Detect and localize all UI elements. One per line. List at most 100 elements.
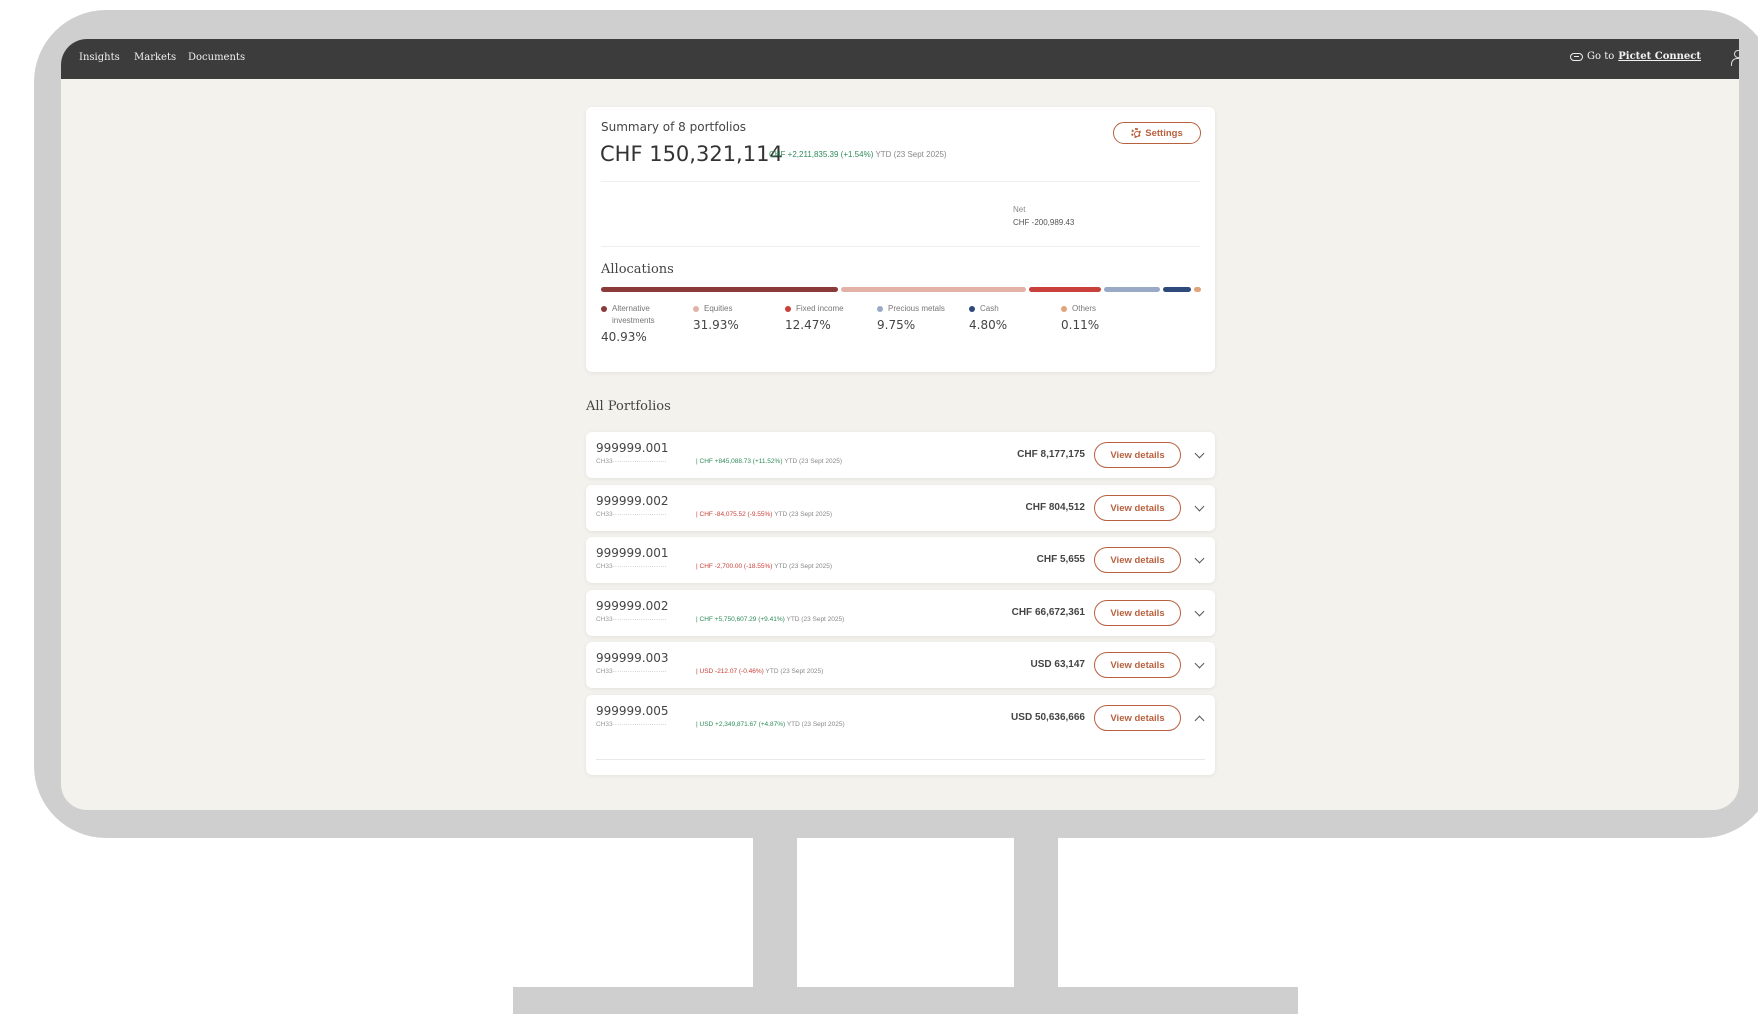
portfolio-row[interactable]: 999999.002 CH33························· |… (586, 590, 1215, 636)
portfolio-amount: CHF 5,655 (1036, 554, 1085, 565)
performance-value: USD -212.07 (-0.46%) (699, 668, 764, 675)
legend-label-text: Precious metals (888, 304, 945, 313)
nav-documents[interactable]: Documents (188, 52, 245, 63)
portfolio-performance: | USD +2,349,871.67 (+4.87%) YTD (23 Sep… (696, 721, 845, 728)
divider (601, 246, 1200, 247)
total-change-ytd: YTD (23 Sept 2025) (875, 150, 947, 159)
allocation-legend-item: Equities 31.93% (693, 303, 793, 332)
legend-value: 12.47% (785, 318, 831, 332)
performance-ytd: YTD (23 Sept 2025) (784, 458, 843, 465)
legend-value: 31.93% (693, 318, 739, 332)
net-value: CHF -200,989.43 (1013, 218, 1075, 227)
legend-label: Others (1061, 303, 1161, 315)
portfolio-id: 999999.001 (596, 441, 669, 455)
portfolio-amount: CHF 8,177,175 (1017, 449, 1085, 460)
view-details-button[interactable]: View details (1094, 652, 1181, 678)
portfolio-iban: CH33························· (596, 721, 667, 728)
chevron-down-icon[interactable] (1194, 553, 1205, 564)
allocation-segment (840, 287, 1026, 292)
user-icon[interactable] (1731, 50, 1739, 66)
pictet-connect-link[interactable]: Pictet Connect (1618, 51, 1701, 62)
portfolio-id: 999999.002 (596, 494, 669, 508)
monitor-stand-left (753, 836, 797, 988)
allocation-segment (1163, 287, 1192, 292)
portfolio-iban: CH33························· (596, 616, 667, 623)
view-details-button[interactable]: View details (1094, 547, 1181, 573)
divider (601, 181, 1200, 182)
legend-dot (601, 306, 607, 312)
allocation-legend-item: Fixed income 12.47% (785, 303, 885, 332)
chevron-down-icon[interactable] (1194, 448, 1205, 459)
portfolio-performance: | CHF -2,700.00 (-18.55%) YTD (23 Sept 2… (696, 563, 832, 570)
legend-value: 4.80% (969, 318, 1008, 332)
portfolio-id: 999999.005 (596, 704, 669, 718)
net-label: Net (1013, 205, 1026, 214)
legend-label-text: Fixed income (796, 304, 844, 313)
legend-value: 40.93% (601, 330, 647, 344)
legend-label: Equities (693, 303, 793, 315)
allocation-segment (1028, 287, 1101, 292)
summary-title: Summary of 8 portfolios (601, 120, 747, 134)
chevron-down-icon[interactable] (1194, 501, 1205, 512)
legend-label: Alternative investments (601, 303, 661, 327)
legend-value: 0.11% (1061, 318, 1100, 332)
legend-label-text: Alternative investments (612, 304, 655, 325)
performance-value: CHF +5,750,607.29 (+9.41%) (699, 616, 785, 623)
legend-label: Precious metals (877, 303, 977, 315)
portfolio-row[interactable]: 999999.005 CH33························· |… (586, 695, 1215, 775)
portfolio-row[interactable]: 999999.003 CH33························· |… (586, 642, 1215, 688)
all-portfolios-title: All Portfolios (586, 399, 671, 414)
legend-label: Fixed income (785, 303, 885, 315)
chevron-down-icon[interactable] (1194, 658, 1205, 669)
monitor-stand-base (513, 987, 1298, 1014)
settings-button[interactable]: Settings (1113, 122, 1201, 144)
portfolio-performance: | USD -212.07 (-0.46%) YTD (23 Sept 2025… (696, 668, 824, 675)
portfolio-row[interactable]: 999999.002 CH33························· |… (586, 485, 1215, 531)
nav-insights[interactable]: Insights (79, 52, 120, 63)
portfolio-amount: CHF 66,672,361 (1011, 607, 1085, 618)
chevron-down-icon[interactable] (1194, 606, 1205, 617)
goto-prefix: Go to (1587, 51, 1615, 62)
portfolio-row[interactable]: 999999.001 CH33························· |… (586, 537, 1215, 583)
view-details-button[interactable]: View details (1094, 600, 1181, 626)
allocation-bar (601, 287, 1201, 292)
view-details-button[interactable]: View details (1094, 705, 1181, 731)
settings-label: Settings (1145, 127, 1183, 139)
total-value: CHF 150,321,114 (600, 142, 783, 166)
legend-label-text: Cash (980, 304, 999, 313)
portfolio-id: 999999.003 (596, 651, 669, 665)
allocations-title: Allocations (601, 262, 674, 277)
portfolio-row[interactable]: 999999.001 CH33························· |… (586, 432, 1215, 478)
portfolio-iban: CH33························· (596, 511, 667, 518)
legend-label-text: Equities (704, 304, 733, 313)
performance-value: CHF +845,088.73 (+11.52%) (699, 458, 783, 465)
legend-dot (969, 306, 975, 312)
top-navigation: Insights Markets Documents Go to Pictet … (61, 39, 1739, 79)
portfolio-amount: CHF 804,512 (1025, 502, 1085, 513)
portfolio-iban: CH33························· (596, 668, 667, 675)
monitor-stand-right (1014, 836, 1058, 988)
total-change: CHF +2,211,835.39 (+1.54%) YTD (23 Sept … (769, 150, 947, 159)
legend-dot (785, 306, 791, 312)
portfolio-iban: CH33························· (596, 563, 667, 570)
allocation-segment (1194, 287, 1201, 292)
legend-dot (877, 306, 883, 312)
summary-card: Summary of 8 portfolios CHF 150,321,114 … (586, 107, 1215, 372)
chevron-up-icon[interactable] (1194, 715, 1205, 726)
goto-pictet-connect[interactable]: Go to Pictet Connect (1570, 51, 1701, 62)
performance-value: USD +2,349,871.67 (+4.87%) (699, 721, 786, 728)
portfolio-amount: USD 63,147 (1030, 659, 1085, 670)
legend-label-text: Others (1072, 304, 1097, 313)
portfolio-performance: | CHF +845,088.73 (+11.52%) YTD (23 Sept… (696, 458, 843, 465)
performance-value: CHF -2,700.00 (-18.55%) (699, 563, 773, 570)
portfolio-iban: CH33························· (596, 458, 667, 465)
portfolio-performance: | CHF +5,750,607.29 (+9.41%) YTD (23 Sep… (696, 616, 845, 623)
nav-markets[interactable]: Markets (134, 52, 176, 63)
view-details-button[interactable]: View details (1094, 442, 1181, 468)
view-details-button[interactable]: View details (1094, 495, 1181, 521)
portfolio-id: 999999.001 (596, 546, 669, 560)
link-icon (1570, 52, 1584, 61)
legend-label: Cash (969, 303, 1069, 315)
performance-value: CHF -84,075.52 (-9.55%) (699, 511, 773, 518)
allocation-legend-item: Others 0.11% (1061, 303, 1161, 332)
